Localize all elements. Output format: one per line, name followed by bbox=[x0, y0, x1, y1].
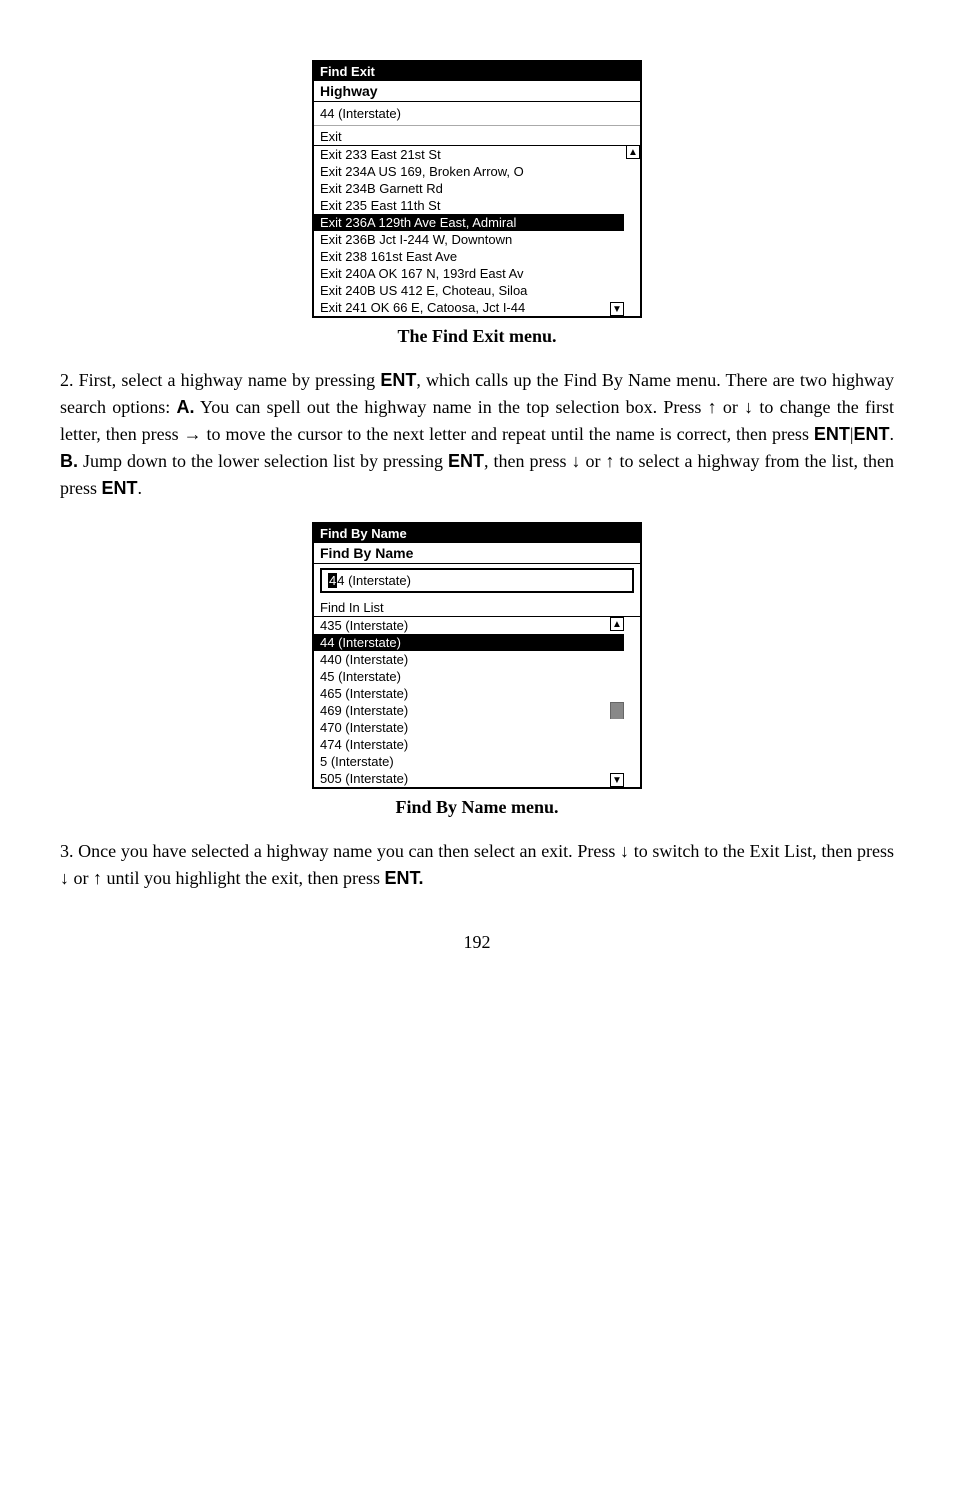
list-item[interactable]: Exit 241 OK 66 E, Catoosa, Jct I-44▼ bbox=[314, 299, 624, 316]
list-item[interactable]: Exit 234A US 169, Broken Arrow, O bbox=[314, 163, 624, 180]
ent-key-4: ENT bbox=[448, 451, 484, 471]
scroll-down-arrow-2-icon[interactable]: ▼ bbox=[610, 773, 624, 787]
list-item[interactable]: 45 (Interstate) bbox=[314, 668, 624, 685]
list-item[interactable]: 505 (Interstate)▼ bbox=[314, 770, 624, 787]
find-exit-caption: The Find Exit menu. bbox=[60, 326, 894, 347]
ent-key-2: ENT bbox=[814, 424, 850, 444]
list-item[interactable]: 465 (Interstate) bbox=[314, 685, 624, 702]
find-by-name-input[interactable]: 44 (Interstate) bbox=[320, 568, 634, 593]
option-a: A. bbox=[176, 397, 194, 417]
list-item[interactable]: 435 (Interstate)▲ bbox=[314, 617, 624, 634]
find-exit-title: Find Exit bbox=[314, 62, 640, 81]
find-exit-list-wrapper: Exit 233 East 21st St Exit 234A US 169, … bbox=[314, 145, 640, 316]
find-by-name-menu-container: Find By Name Find By Name 44 (Interstate… bbox=[60, 522, 894, 789]
ent-key-3: ENT bbox=[854, 424, 890, 444]
list-item[interactable]: 474 (Interstate) bbox=[314, 736, 624, 753]
find-by-name-caption: Find By Name menu. bbox=[60, 797, 894, 818]
find-exit-menu: Find Exit Highway 44 (Interstate) Exit E… bbox=[312, 60, 642, 318]
list-item[interactable]: 440 (Interstate) bbox=[314, 651, 624, 668]
page-content: Find Exit Highway 44 (Interstate) Exit E… bbox=[60, 60, 894, 953]
list-item[interactable]: 5 (Interstate) bbox=[314, 753, 624, 770]
ent-key-5: ENT bbox=[102, 478, 138, 498]
ent-key-6: ENT. bbox=[384, 868, 423, 888]
list-item[interactable]: Exit 234B Garnett Rd bbox=[314, 180, 624, 197]
find-exit-subtitle: Highway bbox=[314, 81, 640, 102]
scroll-up-arrow-icon[interactable]: ▲ bbox=[626, 145, 640, 159]
find-exit-menu-container: Find Exit Highway 44 (Interstate) Exit E… bbox=[60, 60, 894, 318]
find-exit-list: Exit 233 East 21st St Exit 234A US 169, … bbox=[314, 145, 640, 316]
find-in-list-label: Find In List bbox=[314, 597, 640, 616]
list-item[interactable]: Exit 240B US 412 E, Choteau, Siloa bbox=[314, 282, 624, 299]
find-by-name-list-wrapper: 435 (Interstate)▲ 44 (Interstate) 440 (I… bbox=[314, 616, 640, 787]
find-exit-current-value[interactable]: 44 (Interstate) bbox=[314, 102, 640, 126]
list-item[interactable]: Exit 240A OK 167 N, 193rd East Av bbox=[314, 265, 624, 282]
list-item[interactable]: Exit 233 East 21st St bbox=[314, 146, 624, 163]
list-item[interactable]: Exit 238 161st East Ave bbox=[314, 248, 624, 265]
page-number: 192 bbox=[60, 932, 894, 953]
list-item-highlighted[interactable]: Exit 236A 129th Ave East, Admiral bbox=[314, 214, 624, 231]
option-b: B. bbox=[60, 451, 78, 471]
scroll-up-arrow-2-icon[interactable]: ▲ bbox=[610, 617, 624, 631]
list-item[interactable]: 469 (Interstate) bbox=[314, 702, 624, 719]
ent-key-1: ENT bbox=[380, 370, 416, 390]
find-by-name-menu: Find By Name Find By Name 44 (Interstate… bbox=[312, 522, 642, 789]
body-text-1: 2. First, select a highway name by press… bbox=[60, 367, 894, 502]
cursor-char: 4 bbox=[328, 573, 337, 588]
list-item-highlighted[interactable]: 44 (Interstate) bbox=[314, 634, 624, 651]
body-text-2: 3. Once you have selected a highway name… bbox=[60, 838, 894, 892]
list-item[interactable]: Exit 235 East 11th St bbox=[314, 197, 624, 214]
find-by-name-subtitle: Find By Name bbox=[314, 543, 640, 564]
list-item[interactable]: 470 (Interstate) bbox=[314, 719, 624, 736]
list-item[interactable]: Exit 236B Jct I-244 W, Downtown bbox=[314, 231, 624, 248]
scroll-down-arrow-icon[interactable]: ▼ bbox=[610, 302, 624, 316]
find-by-name-title: Find By Name bbox=[314, 524, 640, 543]
find-exit-section-label: Exit bbox=[314, 126, 640, 145]
find-by-name-list: 435 (Interstate)▲ 44 (Interstate) 440 (I… bbox=[314, 616, 640, 787]
